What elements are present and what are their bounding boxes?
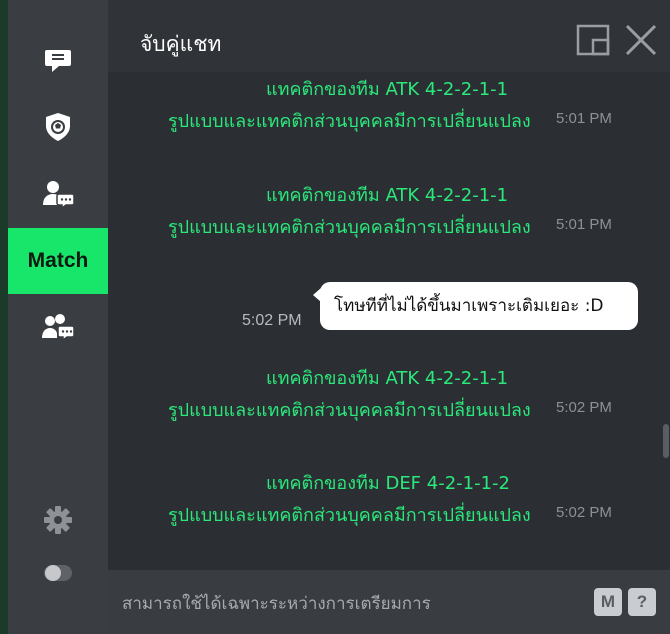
close-icon <box>624 24 658 60</box>
user-chat-icon <box>42 179 74 209</box>
message-timestamp: 5:01 PM <box>556 110 612 127</box>
sidebar-item-club[interactable] <box>8 94 108 160</box>
message-timestamp: 5:02 PM <box>556 504 612 521</box>
popout-icon <box>576 24 610 60</box>
system-message-body: รูปแบบและแทคติกส่วนบุคคลมีการเปลี่ยนแปลง <box>168 217 531 238</box>
sidebar: Match <box>8 0 108 634</box>
system-message-title: แทคติกของทีม DEF 4-2-1-1-2 <box>266 473 511 494</box>
group-chat-icon <box>41 312 75 342</box>
sidebar-item-group-chat[interactable] <box>8 294 108 360</box>
popout-button[interactable] <box>576 24 610 56</box>
message-timestamp: 5:01 PM <box>556 216 612 233</box>
help-button[interactable]: ? <box>628 588 656 616</box>
page-title: จับคู่แชท <box>140 32 222 56</box>
system-message-body: รูปแบบและแทคติกส่วนบุคคลมีการเปลี่ยนแปลง <box>168 505 531 526</box>
scrollbar-thumb[interactable] <box>663 424 669 458</box>
macro-button[interactable]: M <box>594 588 622 616</box>
user-message-bubble: โทษทีที่ไม่ได้ขึ้นมาเพราะเติมเยอะ :D <box>313 282 638 330</box>
gear-icon <box>43 505 73 535</box>
system-message-body: รูปแบบและแทคติกส่วนบุคคลมีการเปลี่ยนแปลง <box>168 400 531 421</box>
toggle-icon <box>41 563 75 583</box>
sidebar-item-friend-chat[interactable] <box>8 161 108 227</box>
system-message-body: รูปแบบและแทคติกส่วนบุคคลมีการเปลี่ยนแปลง <box>168 111 531 132</box>
sidebar-item-match[interactable]: Match <box>8 228 108 294</box>
chat-header: จับคู่แชท <box>108 0 670 72</box>
system-message-title: แทคติกของทีม ATK 4-2-2-1-1 <box>266 79 509 100</box>
sidebar-item-label: Match <box>27 249 89 272</box>
message-timestamp: 5:02 PM <box>556 399 612 416</box>
message-timestamp: 5:02 PM <box>242 312 302 329</box>
toggle-button[interactable] <box>8 540 108 606</box>
chat-bubble-icon <box>44 46 72 74</box>
system-message-title: แทคติกของทีม ATK 4-2-2-1-1 <box>266 368 509 389</box>
chat-messages: แทคติกของทีม ATK 4-2-2-1-1 รูปแบบและแทคต… <box>108 72 670 570</box>
system-message-title: แทคติกของทีม ATK 4-2-2-1-1 <box>266 185 509 206</box>
close-button[interactable] <box>624 24 658 56</box>
chat-input[interactable]: สามารถใช้ได้เฉพาะระหว่างการเตรียมการ <box>122 590 431 617</box>
sidebar-item-chat[interactable] <box>8 27 108 93</box>
shield-ball-icon <box>44 112 72 142</box>
chat-input-bar: สามารถใช้ได้เฉพาะระหว่างการเตรียมการ M ? <box>108 570 670 634</box>
background-strip <box>0 0 8 634</box>
